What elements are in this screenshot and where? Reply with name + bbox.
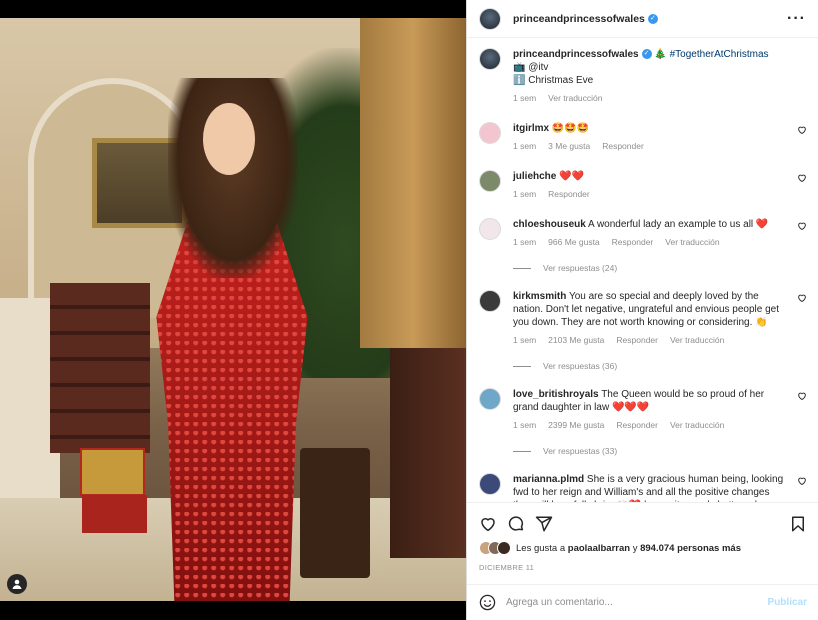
commenter-avatar[interactable] [479,218,501,240]
photo-cabinet [390,348,466,558]
bookmark-icon[interactable] [789,515,807,533]
commenter-avatar[interactable] [479,170,501,192]
comment-likes[interactable]: 966 Me gusta [548,236,600,249]
verified-badge-icon: ✓ [647,13,658,24]
comment-username[interactable]: juliehche [513,171,556,182]
replies-divider [513,267,531,269]
commenter-avatar[interactable] [479,473,501,495]
comment-text: ❤️❤️ [559,171,585,182]
comment-likes[interactable]: 2103 Me gusta [548,334,604,347]
comment-item: marianna.plmd She is a very gracious hum… [479,473,807,502]
view-replies-button[interactable]: Ver respuestas (24) [513,263,807,273]
emoji-icon[interactable] [479,594,496,611]
post-media[interactable] [0,0,466,620]
comment-likes[interactable]: 3 Me gusta [548,140,590,153]
likes-user[interactable]: paolaalbarran [568,543,630,554]
comment-reply-button[interactable]: Responder [612,236,654,249]
photo-gift [80,448,145,496]
commenter-avatar[interactable] [479,388,501,410]
view-replies-label[interactable]: Ver respuestas (33) [543,446,617,456]
photo-face [203,103,255,175]
comment-reply-button[interactable]: Responder [602,140,644,153]
replies-divider [513,365,531,367]
comment-reply-button[interactable]: Responder [548,188,590,201]
caption-username[interactable]: princeandprincessofwales [513,49,639,60]
photo-table [300,448,370,578]
comment-reply-button[interactable]: Responder [616,419,658,432]
comment-translate-link[interactable]: Ver traducción [670,419,724,432]
view-replies-button[interactable]: Ver respuestas (36) [513,361,807,371]
photo-bookshelf [50,283,150,453]
photo-curtain [360,18,466,348]
comment-time[interactable]: 1 sem [513,334,536,347]
verified-badge-icon: ✓ [641,49,652,60]
comment-username[interactable]: chloeshouseuk [513,219,586,230]
caption: princeandprincessofwales ✓ 🎄 #TogetherAtC… [479,48,807,105]
ellipsis-icon[interactable]: ··· [787,10,806,28]
author-avatar[interactable] [479,7,501,30]
instagram-post-modal: princeandprincessofwales ✓ ··· princeand… [0,0,818,620]
comment-time[interactable]: 1 sem [513,236,536,249]
author-username[interactable]: princeandprincessofwales [513,13,645,25]
heart-icon[interactable] [479,515,497,533]
comment-like-heart-icon[interactable] [797,476,807,486]
post-actions: Les gusta a paolaalbarran y 894.074 pers… [467,502,818,620]
comment-reply-button[interactable]: Responder [616,334,658,347]
view-replies-button[interactable]: Ver respuestas (33) [513,446,807,456]
comment-like-heart-icon[interactable] [797,125,807,135]
likes-summary: Les gusta a paolaalbarran y 894.074 pers… [467,537,818,555]
post-header: princeandprincessofwales ✓ ··· [467,0,818,38]
commenter-avatar[interactable] [479,122,501,144]
caption-text: ℹ️ Christmas Eve [513,75,594,86]
comment-like-heart-icon[interactable] [797,293,807,303]
post-comment-button[interactable]: Publicar [768,597,807,608]
replies-divider [513,450,531,452]
comment-time[interactable]: 1 sem [513,140,536,153]
comment-like-heart-icon[interactable] [797,221,807,231]
comment-username[interactable]: marianna.plmd [513,474,584,485]
comment-translate-link[interactable]: Ver traducción [665,236,719,249]
send-icon[interactable] [535,515,553,533]
comment-item: juliehche ❤️❤️ 1 sem Responder [479,170,807,201]
comment-translate-link[interactable]: Ver traducción [670,334,724,347]
photo-gift [82,495,147,533]
comments-list[interactable]: princeandprincessofwales ✓ 🎄 #TogetherAtC… [467,38,818,502]
likes-mid: y [632,542,638,554]
comment-like-heart-icon[interactable] [797,391,807,401]
comment-item: itgirlmx 🤩🤩🤩 1 sem 3 Me gusta Responder [479,122,807,153]
caption-hashtag[interactable]: 🎄 #TogetherAtChristmas [654,49,768,60]
comment-icon[interactable] [507,515,525,533]
tagged-user-icon[interactable] [7,574,27,594]
author-avatar[interactable] [479,48,501,70]
comment-username[interactable]: kirkmsmith [513,291,566,302]
likes-count[interactable]: 894.074 personas más [640,543,741,554]
view-replies-label[interactable]: Ver respuestas (36) [543,361,617,371]
comment-time[interactable]: 1 sem [513,419,536,432]
post-photo[interactable] [0,18,466,601]
comment-username[interactable]: itgirlmx [513,123,549,134]
commenter-avatar[interactable] [479,290,501,312]
caption-mention[interactable]: 📺 @itv [513,61,785,74]
caption-translate-link[interactable]: Ver traducción [548,92,602,105]
post-side-panel: princeandprincessofwales ✓ ··· princeand… [466,0,818,620]
add-comment-bar: Publicar [467,584,818,620]
comment-item: kirkmsmith You are so special and deeply… [479,290,807,347]
comment-username[interactable]: love_britishroyals [513,389,599,400]
likes-prefix: Les gusta a [516,542,566,554]
comment-like-heart-icon[interactable] [797,173,807,183]
caption-time[interactable]: 1 sem [513,92,536,105]
comment-time[interactable]: 1 sem [513,188,536,201]
comment-input[interactable] [506,597,768,608]
comment-item: love_britishroyals The Queen would be so… [479,388,807,432]
liker-avatars[interactable] [479,541,511,555]
comment-text: 🤩🤩🤩 [551,123,590,134]
view-replies-label[interactable]: Ver respuestas (24) [543,263,617,273]
comment-likes[interactable]: 2399 Me gusta [548,419,604,432]
post-date[interactable]: DICIEMBRE 11 [467,555,818,572]
comment-item: chloeshouseuk A wonderful lady an exampl… [479,218,807,249]
comment-text: A wonderful lady an example to us all ❤️ [588,219,769,230]
